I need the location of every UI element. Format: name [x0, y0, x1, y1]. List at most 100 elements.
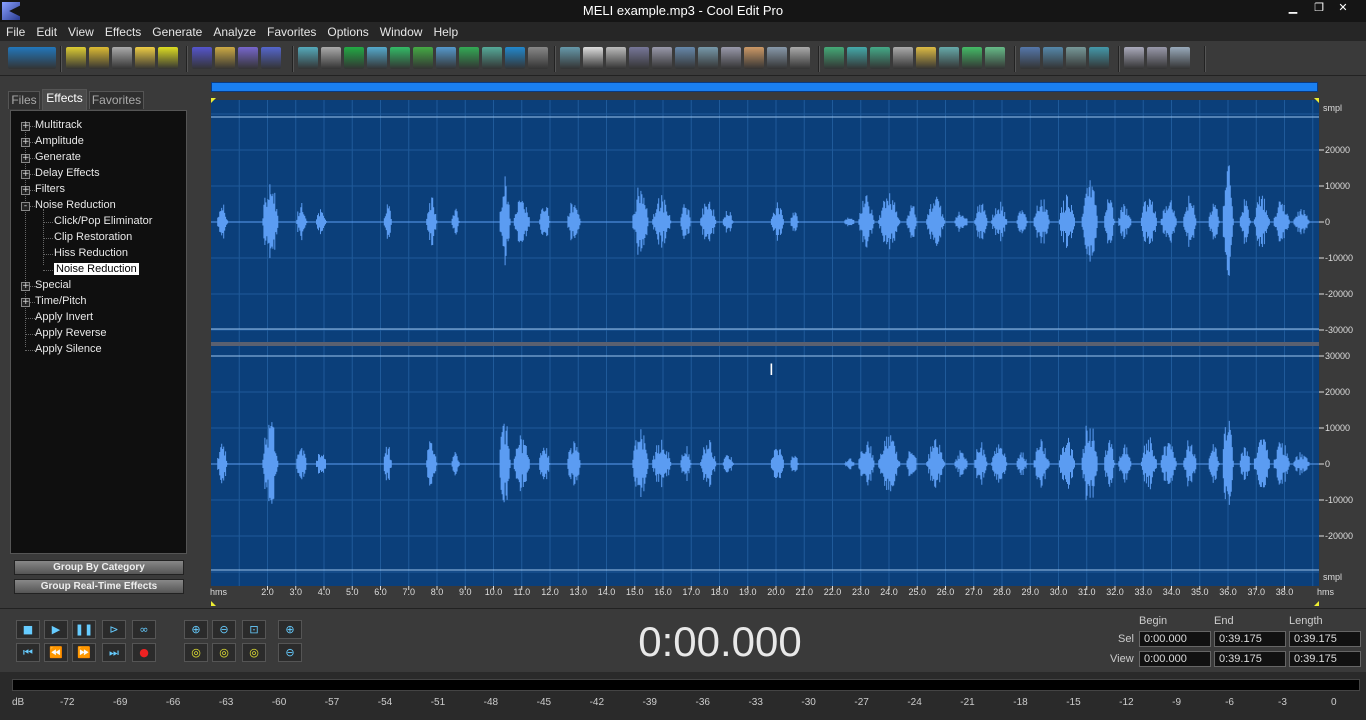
waveform-display[interactable]: smpl 20000 10000 0 -10000 -20000 -30000 30000 20… [209, 98, 1366, 608]
menu-file[interactable]: File [6, 25, 25, 39]
pause-button[interactable]: ❚❚ [72, 620, 96, 639]
play-to-end-button[interactable]: ⊳ [102, 620, 126, 639]
menu-window[interactable]: Window [380, 25, 423, 39]
expand-icon[interactable]: + [21, 122, 30, 131]
toolbar-icon[interactable] [893, 47, 913, 69]
menu-edit[interactable]: Edit [36, 25, 57, 39]
toolbar-icon[interactable] [390, 47, 410, 69]
toolbar-icon[interactable] [583, 47, 603, 69]
toolbar-icon[interactable] [939, 47, 959, 69]
sel-length-field[interactable]: 0:39.175 [1289, 631, 1361, 647]
stop-button[interactable]: ■ [16, 620, 40, 639]
zoom-in-horizontal-icon[interactable]: ⊕ [184, 620, 208, 639]
expand-icon[interactable]: + [21, 298, 30, 307]
go-to-end-button[interactable]: ⏭ [102, 643, 126, 662]
record-button[interactable]: ● [132, 643, 156, 662]
expand-icon[interactable]: + [21, 154, 30, 163]
tree-item[interactable]: Generate [35, 151, 81, 163]
tree-item[interactable]: Hiss Reduction [54, 247, 128, 259]
zoom-out-vertical-icon[interactable]: ⊖ [278, 643, 302, 662]
tree-item[interactable]: Time/Pitch [35, 295, 87, 307]
tree-item[interactable]: Clip Restoration [54, 231, 132, 243]
toolbar-icon[interactable] [89, 47, 109, 69]
zoom-in-vertical-icon[interactable]: ⊕ [278, 620, 302, 639]
menu-view[interactable]: View [68, 25, 94, 39]
zoom-selection-icon[interactable]: ◎ [242, 643, 266, 662]
toolbar-icon[interactable] [560, 47, 580, 69]
toolbar-icon[interactable] [847, 47, 867, 69]
toolbar-icon[interactable] [1170, 47, 1190, 69]
rewind-button[interactable]: ⏪ [44, 643, 68, 662]
menu-analyze[interactable]: Analyze [213, 25, 256, 39]
menu-favorites[interactable]: Favorites [267, 25, 316, 39]
toolbar-icon[interactable] [1066, 47, 1086, 69]
toolbar-icon[interactable] [192, 47, 212, 69]
toolbar-icon[interactable] [1124, 47, 1144, 69]
fast-forward-button[interactable]: ⏩ [72, 643, 96, 662]
toolbar-icon[interactable] [790, 47, 810, 69]
toolbar-icon[interactable] [606, 47, 626, 69]
tree-item[interactable]: Special [35, 279, 71, 291]
expand-icon[interactable]: + [21, 282, 30, 291]
tree-item[interactable]: Delay Effects [35, 167, 100, 179]
restore-button[interactable]: ❐ [1310, 1, 1328, 15]
tree-item[interactable]: Click/Pop Eliminator [54, 215, 152, 227]
expand-icon[interactable]: + [21, 186, 30, 195]
toolbar-icon[interactable] [916, 47, 936, 69]
toolbar-icon[interactable] [505, 47, 525, 69]
toolbar-icon[interactable] [629, 47, 649, 69]
toolbar-icon[interactable] [698, 47, 718, 69]
play-button[interactable]: ▶ [44, 620, 68, 639]
toolbar-icon[interactable] [985, 47, 1005, 69]
toolbar-icon[interactable] [1043, 47, 1063, 69]
close-button[interactable]: ✕ [1334, 1, 1352, 15]
loop-button[interactable]: ∞ [132, 620, 156, 639]
toolbar-icon[interactable] [721, 47, 741, 69]
tab-files[interactable]: Files [8, 91, 40, 109]
toolbar-icon[interactable] [1147, 47, 1167, 69]
toolbar-icon[interactable] [459, 47, 479, 69]
tree-item[interactable]: Apply Reverse [35, 327, 107, 339]
zoom-full-icon[interactable]: ⊡ [242, 620, 266, 639]
toolbar-icon[interactable] [66, 47, 86, 69]
group-by-category-button[interactable]: Group By Category [14, 560, 184, 575]
tab-favorites[interactable]: Favorites [89, 91, 144, 109]
toolbar-icon[interactable] [298, 47, 318, 69]
toolbar-icon[interactable] [1089, 47, 1109, 69]
toolbar-icon[interactable] [261, 47, 281, 69]
toolbar-icon[interactable] [135, 47, 155, 69]
collapse-icon[interactable]: - [21, 202, 30, 211]
toolbar-icon[interactable] [870, 47, 890, 69]
view-length-field[interactable]: 0:39.175 [1289, 651, 1361, 667]
tree-item[interactable]: Multitrack [35, 119, 82, 131]
sel-end-field[interactable]: 0:39.175 [1214, 631, 1286, 647]
toolbar-icon[interactable] [436, 47, 456, 69]
toolbar-icon[interactable] [367, 47, 387, 69]
tab-effects[interactable]: Effects [42, 89, 87, 110]
toolbar-icon[interactable] [1020, 47, 1040, 69]
tree-item[interactable]: Noise Reduction [35, 199, 116, 211]
tree-item[interactable]: Amplitude [35, 135, 84, 147]
overview-bar[interactable] [211, 82, 1318, 92]
menu-options[interactable]: Options [327, 25, 368, 39]
minimize-button[interactable]: ▁ [1284, 1, 1302, 15]
toolbar-icon[interactable] [824, 47, 844, 69]
toolbar-icon[interactable] [321, 47, 341, 69]
toolbar-icon[interactable] [413, 47, 433, 69]
toolbar-icon[interactable] [158, 47, 178, 69]
toolbar-icon[interactable] [652, 47, 672, 69]
group-realtime-effects-button[interactable]: Group Real-Time Effects [14, 579, 184, 594]
toolbar-icon[interactable] [767, 47, 787, 69]
expand-icon[interactable]: + [21, 170, 30, 179]
zoom-to-right-icon[interactable]: ◎ [212, 643, 236, 662]
toolbar-icon[interactable] [744, 47, 764, 69]
tree-item[interactable]: Apply Silence [35, 343, 102, 355]
toolbar-icon[interactable] [215, 47, 235, 69]
toolbar-icon[interactable] [8, 47, 56, 69]
tree-item[interactable]: Noise Reduction [54, 263, 139, 275]
view-end-field[interactable]: 0:39.175 [1214, 651, 1286, 667]
menu-generate[interactable]: Generate [152, 25, 202, 39]
zoom-to-left-icon[interactable]: ◎ [184, 643, 208, 662]
toolbar-icon[interactable] [675, 47, 695, 69]
go-to-beginning-button[interactable]: ⏮ [16, 643, 40, 662]
